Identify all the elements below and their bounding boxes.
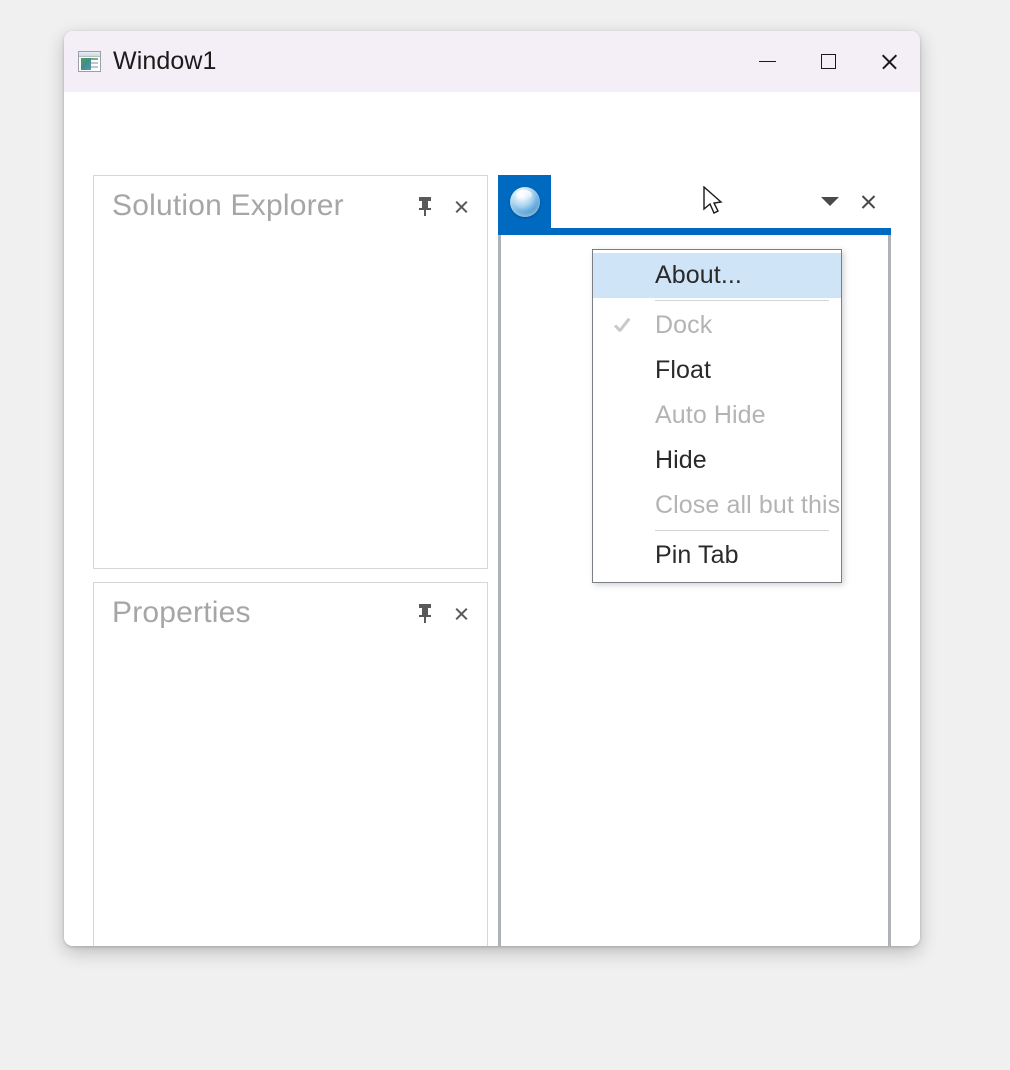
- minimize-button[interactable]: [737, 31, 798, 92]
- close-panel-button[interactable]: [451, 602, 471, 624]
- close-icon: [454, 199, 469, 214]
- properties-panel: Properties: [93, 582, 488, 946]
- menu-item-about[interactable]: About...: [593, 253, 841, 298]
- solution-explorer-content[interactable]: [94, 236, 487, 568]
- close-icon: [454, 606, 469, 621]
- maximize-button[interactable]: [798, 31, 859, 92]
- window-controls: [737, 31, 920, 92]
- document-tab-strip: [498, 175, 891, 228]
- client-area: Solution Explorer Properties About... Do…: [64, 92, 920, 946]
- close-icon: [880, 52, 899, 71]
- menu-separator: [655, 300, 829, 301]
- auto-hide-pin-button[interactable]: [415, 602, 435, 624]
- menu-item-label: Float: [655, 356, 712, 384]
- desktop-background: Window1 Solution Explorer Properties Abo…: [0, 0, 1010, 1070]
- menu-item-pin-tab[interactable]: Pin Tab: [593, 533, 841, 578]
- context-menu: About... Dock Float Auto Hide Hide Close all …: [592, 249, 842, 583]
- document-tab[interactable]: [498, 175, 551, 228]
- auto-hide-pin-button[interactable]: [415, 195, 435, 217]
- active-tab-accent-bar: [498, 228, 891, 235]
- menu-item-label: Hide: [655, 446, 707, 474]
- menu-item-label: Dock: [655, 311, 713, 339]
- window-title: Window1: [113, 47, 217, 75]
- sphere-orb-icon: [509, 186, 540, 217]
- properties-content[interactable]: [94, 643, 487, 946]
- maximize-icon: [821, 54, 836, 69]
- panel-header-buttons: [415, 176, 471, 236]
- pin-icon: [418, 196, 432, 216]
- close-document-button[interactable]: [860, 193, 877, 210]
- title-bar: Window1: [64, 31, 920, 92]
- menu-item-label: Close all but this: [655, 491, 841, 519]
- menu-item-dock: Dock: [593, 303, 841, 348]
- panel-header[interactable]: Properties: [94, 583, 487, 643]
- application-window: Window1 Solution Explorer Properties Abo…: [64, 31, 920, 946]
- menu-item-float[interactable]: Float: [593, 348, 841, 393]
- checkmark-icon: [614, 316, 634, 336]
- document-tab-actions: [821, 175, 888, 228]
- close-window-button[interactable]: [859, 31, 920, 92]
- panel-header-buttons: [415, 583, 471, 643]
- menu-item-label: Auto Hide: [655, 401, 766, 429]
- chevron-down-icon: [821, 197, 839, 206]
- solution-explorer-panel: Solution Explorer: [93, 175, 488, 569]
- app-window-icon: [78, 51, 101, 72]
- menu-item-auto-hide: Auto Hide: [593, 393, 841, 438]
- pin-icon: [418, 603, 432, 623]
- panel-header[interactable]: Solution Explorer: [94, 176, 487, 236]
- menu-item-hide[interactable]: Hide: [593, 438, 841, 483]
- properties-title: Properties: [112, 596, 251, 629]
- menu-separator: [655, 530, 829, 531]
- minimize-icon: [759, 61, 776, 62]
- menu-item-close-all-but-this: Close all but this: [593, 483, 841, 528]
- solution-explorer-title: Solution Explorer: [112, 189, 344, 222]
- menu-item-label: Pin Tab: [655, 541, 739, 569]
- title-bar-left: Window1: [64, 31, 217, 92]
- checkmark-icon: [593, 316, 655, 336]
- close-icon: [860, 193, 877, 210]
- tab-list-dropdown-button[interactable]: [821, 197, 839, 206]
- menu-item-label: About...: [655, 261, 742, 289]
- close-panel-button[interactable]: [451, 195, 471, 217]
